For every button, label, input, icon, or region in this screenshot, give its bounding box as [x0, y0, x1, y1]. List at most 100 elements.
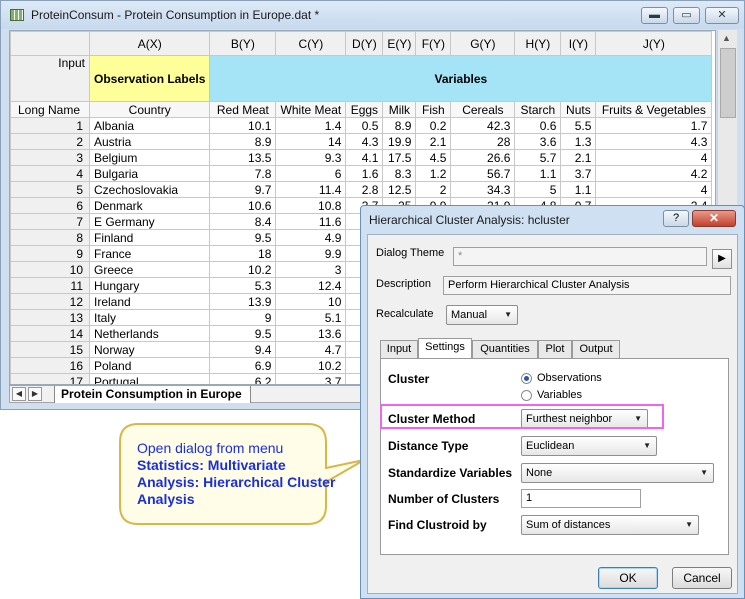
- ok-button[interactable]: OK: [598, 567, 658, 589]
- column-header[interactable]: E(Y): [382, 31, 417, 56]
- value-cell[interactable]: 1.4: [275, 117, 347, 134]
- value-cell[interactable]: 1.7: [595, 117, 713, 134]
- value-cell[interactable]: 4: [595, 149, 713, 166]
- cancel-button[interactable]: Cancel: [672, 567, 732, 589]
- theme-menu-button[interactable]: ▶: [712, 249, 732, 269]
- dialog-titlebar[interactable]: Hierarchical Cluster Analysis: hcluster …: [361, 206, 744, 231]
- value-cell[interactable]: 56.7: [450, 165, 516, 182]
- country-cell[interactable]: E Germany: [88, 213, 211, 230]
- row-number[interactable]: 17: [10, 373, 90, 384]
- value-cell[interactable]: 11.6: [275, 213, 347, 230]
- value-cell[interactable]: 5.7: [514, 149, 562, 166]
- value-cell[interactable]: 5: [514, 181, 562, 198]
- value-cell[interactable]: 9.4: [209, 341, 277, 358]
- value-cell[interactable]: 1.2: [415, 165, 452, 182]
- value-cell[interactable]: 4.3: [345, 133, 384, 150]
- country-cell[interactable]: Italy: [88, 309, 211, 326]
- value-cell[interactable]: 7.8: [209, 165, 277, 182]
- value-cell[interactable]: 2.8: [345, 181, 384, 198]
- value-cell[interactable]: 28: [450, 133, 516, 150]
- value-cell[interactable]: 0.5: [345, 117, 384, 134]
- long-name-cell[interactable]: Cereals: [450, 101, 516, 118]
- value-cell[interactable]: 13.6: [275, 325, 347, 342]
- long-name-cell[interactable]: White Meat: [275, 101, 347, 118]
- value-cell[interactable]: 10.8: [275, 197, 347, 214]
- value-cell[interactable]: 9: [209, 309, 277, 326]
- value-cell[interactable]: 4.3: [595, 133, 713, 150]
- long-name-cell[interactable]: Starch: [514, 101, 562, 118]
- row-number[interactable]: 11: [10, 277, 90, 294]
- country-cell[interactable]: Finland: [88, 229, 211, 246]
- standardize-select[interactable]: None ▼: [521, 463, 714, 483]
- value-cell[interactable]: 0.6: [514, 117, 562, 134]
- value-cell[interactable]: 9.9: [275, 245, 347, 262]
- country-cell[interactable]: Netherlands: [88, 325, 211, 342]
- long-name-cell[interactable]: Fish: [415, 101, 452, 118]
- value-cell[interactable]: 4.7: [275, 341, 347, 358]
- column-header[interactable]: I(Y): [560, 31, 597, 56]
- variables-radio[interactable]: [521, 390, 532, 401]
- variables-cell[interactable]: Variables: [209, 55, 713, 102]
- country-cell[interactable]: Ireland: [88, 293, 211, 310]
- row-number[interactable]: 1: [10, 117, 90, 134]
- tab-output[interactable]: Output: [572, 340, 620, 359]
- value-cell[interactable]: 9.3: [275, 149, 347, 166]
- value-cell[interactable]: 3.7: [275, 373, 347, 384]
- value-cell[interactable]: 8.9: [382, 117, 417, 134]
- row-number[interactable]: 2: [10, 133, 90, 150]
- row-number[interactable]: 13: [10, 309, 90, 326]
- tab-settings[interactable]: Settings: [418, 338, 472, 360]
- long-name-cell[interactable]: Fruits & Vegetables: [595, 101, 713, 118]
- tab-quantities[interactable]: Quantities: [472, 340, 538, 359]
- value-cell[interactable]: 9.5: [209, 229, 277, 246]
- value-cell[interactable]: 18: [209, 245, 277, 262]
- value-cell[interactable]: 19.9: [382, 133, 417, 150]
- row-number[interactable]: 16: [10, 357, 90, 374]
- value-cell[interactable]: 2.1: [415, 133, 452, 150]
- column-header[interactable]: F(Y): [415, 31, 452, 56]
- row-number[interactable]: 15: [10, 341, 90, 358]
- column-header[interactable]: H(Y): [514, 31, 562, 56]
- row-number[interactable]: 14: [10, 325, 90, 342]
- long-name-cell[interactable]: Eggs: [345, 101, 384, 118]
- observation-labels-cell[interactable]: Observation Labels: [88, 55, 211, 102]
- value-cell[interactable]: 10.6: [209, 197, 277, 214]
- value-cell[interactable]: 42.3: [450, 117, 516, 134]
- value-cell[interactable]: 5.3: [209, 277, 277, 294]
- maximize-button[interactable]: ▭: [673, 7, 700, 24]
- value-cell[interactable]: 12.4: [275, 277, 347, 294]
- value-cell[interactable]: 9.5: [209, 325, 277, 342]
- tab-next-icon[interactable]: ▶: [28, 387, 42, 401]
- value-cell[interactable]: 0.2: [415, 117, 452, 134]
- close-button[interactable]: ✕: [705, 7, 739, 24]
- distance-type-select[interactable]: Euclidean ▼: [521, 436, 657, 456]
- value-cell[interactable]: 6.2: [209, 373, 277, 384]
- value-cell[interactable]: 5.1: [275, 309, 347, 326]
- long-name-cell[interactable]: Country: [88, 101, 211, 118]
- value-cell[interactable]: 4.2: [595, 165, 713, 182]
- country-cell[interactable]: Albania: [88, 117, 211, 134]
- value-cell[interactable]: 1.3: [560, 133, 597, 150]
- value-cell[interactable]: 11.4: [275, 181, 347, 198]
- value-cell[interactable]: 5.5: [560, 117, 597, 134]
- column-header[interactable]: A(X): [88, 31, 211, 56]
- scroll-up-icon[interactable]: ▲: [722, 33, 731, 43]
- value-cell[interactable]: 6.9: [209, 357, 277, 374]
- country-cell[interactable]: Czechoslovakia: [88, 181, 211, 198]
- country-cell[interactable]: Denmark: [88, 197, 211, 214]
- value-cell[interactable]: 2: [415, 181, 452, 198]
- value-cell[interactable]: 2.1: [560, 149, 597, 166]
- value-cell[interactable]: 34.3: [450, 181, 516, 198]
- country-cell[interactable]: Belgium: [88, 149, 211, 166]
- country-cell[interactable]: Greece: [88, 261, 211, 278]
- column-header[interactable]: D(Y): [345, 31, 384, 56]
- tab-plot[interactable]: Plot: [538, 340, 572, 359]
- value-cell[interactable]: 4.1: [345, 149, 384, 166]
- value-cell[interactable]: 10.2: [275, 357, 347, 374]
- column-header[interactable]: J(Y): [595, 31, 713, 56]
- value-cell[interactable]: 3.7: [560, 165, 597, 182]
- help-button[interactable]: ?: [663, 210, 689, 227]
- value-cell[interactable]: 26.6: [450, 149, 516, 166]
- tab-input[interactable]: Input: [380, 340, 418, 359]
- value-cell[interactable]: 10.1: [209, 117, 277, 134]
